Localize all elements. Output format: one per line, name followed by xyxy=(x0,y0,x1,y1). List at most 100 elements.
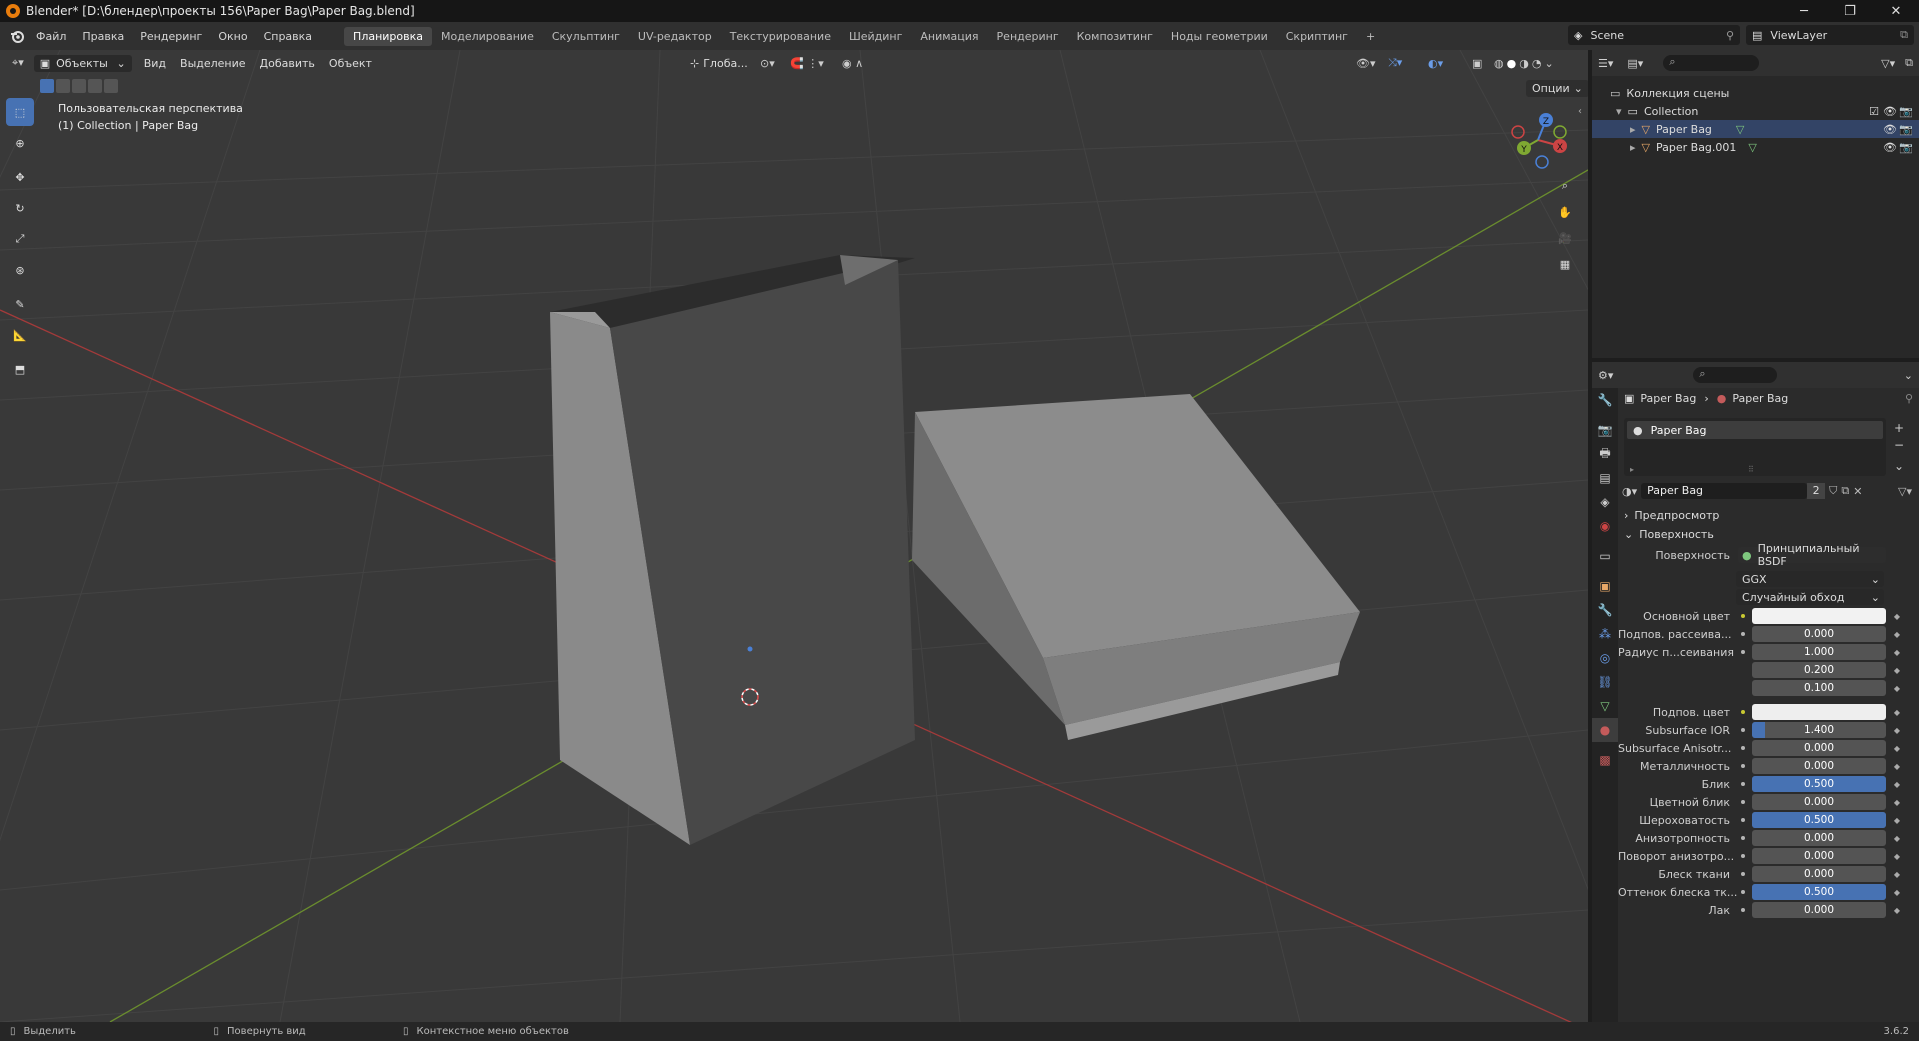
tab-modeling[interactable]: Моделирование xyxy=(432,27,543,46)
list-expand-icon[interactable]: ▸ xyxy=(1630,465,1634,474)
keyframe-icon[interactable]: ◆ xyxy=(1892,762,1902,771)
close-button[interactable]: ✕ xyxy=(1873,0,1919,22)
outliner-editor-icon[interactable]: ☰▾ xyxy=(1598,57,1613,70)
add-workspace-button[interactable]: + xyxy=(1357,27,1384,46)
proportional-edit-icon[interactable]: ◉ ∧ xyxy=(842,57,863,70)
collection-tab-icon[interactable]: ▭ xyxy=(1592,544,1618,568)
socket-icon[interactable] xyxy=(1738,707,1748,717)
output-tab-icon[interactable]: 🖶 xyxy=(1592,442,1618,466)
collection-row[interactable]: ▾ ▭ Collection ☑ 👁 📷 xyxy=(1592,102,1919,120)
outliner-search-input[interactable]: ⌕ xyxy=(1663,55,1760,71)
keyframe-icon[interactable]: ◆ xyxy=(1892,834,1902,843)
menu-object[interactable]: Объект xyxy=(329,57,372,70)
eye-icon[interactable]: 👁 xyxy=(1883,105,1897,118)
rotate-tool[interactable]: ↻ xyxy=(6,194,34,222)
keyframe-icon[interactable]: ◆ xyxy=(1892,648,1902,657)
view-layer-tab-icon[interactable]: ▤ xyxy=(1592,466,1618,490)
keyframe-icon[interactable]: ◆ xyxy=(1892,870,1902,879)
overlay-toggle-icon[interactable]: ◐▾ xyxy=(1428,57,1443,70)
sidebar-toggle-icon[interactable]: ‹ xyxy=(1578,106,1582,117)
include-checkbox-icon[interactable]: ☑ xyxy=(1869,105,1879,118)
maximize-button[interactable]: ❐ xyxy=(1827,0,1873,22)
user-count[interactable]: 2 xyxy=(1807,483,1826,499)
value-field[interactable]: 0.000 xyxy=(1752,902,1886,918)
transform-tool[interactable]: ⊛ xyxy=(6,256,34,284)
expand-arrow-icon[interactable]: ▾ xyxy=(1616,105,1622,118)
select-box-tool[interactable]: ⬚ xyxy=(6,98,34,126)
object-tab-icon[interactable]: ▣ xyxy=(1592,574,1618,598)
keyframe-icon[interactable]: ◆ xyxy=(1892,708,1902,717)
keyframe-icon[interactable]: ◆ xyxy=(1892,816,1902,825)
link-options-icon[interactable]: ▽▾ xyxy=(1898,485,1912,498)
physics-tab-icon[interactable]: ◎ xyxy=(1592,646,1618,670)
value-field[interactable]: 0.500 xyxy=(1752,884,1886,900)
keyframe-icon[interactable]: ◆ xyxy=(1892,630,1902,639)
constraints-tab-icon[interactable]: ⛓ xyxy=(1592,670,1618,694)
value-field[interactable]: 0.000 xyxy=(1752,740,1886,756)
zoom-icon[interactable]: ⌕ xyxy=(1553,174,1577,198)
render-tab-icon[interactable]: 📷 xyxy=(1592,418,1618,442)
menu-file[interactable]: Файл xyxy=(28,30,74,43)
surface-shader-field[interactable]: ● Принципиальный BSDF xyxy=(1738,542,1886,568)
snap-icon[interactable]: 🧲 ⋮▾ xyxy=(790,57,824,70)
options-dropdown[interactable]: Опции ⌄ xyxy=(1526,80,1588,97)
paper-bag-object[interactable] xyxy=(550,255,915,845)
expand-arrow-icon[interactable]: ▸ xyxy=(1630,123,1636,136)
tab-texture-paint[interactable]: Текстурирование xyxy=(721,27,840,46)
eye-icon[interactable]: 👁 xyxy=(1883,123,1897,136)
socket-icon[interactable] xyxy=(1738,683,1748,693)
value-field[interactable]: 0.000 xyxy=(1752,830,1886,846)
tab-rendering[interactable]: Рендеринг xyxy=(988,27,1068,46)
material-name-field[interactable]: Paper Bag xyxy=(1641,483,1808,499)
particles-tab-icon[interactable]: ⁂ xyxy=(1592,622,1618,646)
socket-icon[interactable] xyxy=(1738,833,1748,843)
socket-icon[interactable] xyxy=(1738,725,1748,735)
view-layer-selector[interactable]: ▤ ViewLayer ⧉ xyxy=(1746,25,1914,45)
visibility-icon[interactable]: 👁▾ xyxy=(1356,57,1376,70)
scene-selector[interactable]: ◈ Scene ⚲ xyxy=(1568,25,1740,45)
annotate-tool[interactable]: ✎ xyxy=(6,290,34,318)
camera-icon[interactable]: 📷 xyxy=(1899,105,1913,118)
editor-type-icon[interactable]: ⌖▾ xyxy=(12,56,24,70)
menu-edit[interactable]: Правка xyxy=(74,30,132,43)
add-slot-button[interactable]: + xyxy=(1894,420,1904,437)
paper-bag-001-object[interactable] xyxy=(912,394,1360,740)
camera-icon[interactable]: 📷 xyxy=(1899,123,1913,136)
measure-tool[interactable]: 📐 xyxy=(6,321,34,349)
subsurface-method-dropdown[interactable]: Случайный обход ⌄ xyxy=(1736,589,1884,605)
tab-animation[interactable]: Анимация xyxy=(911,27,987,46)
gizmo-toggle-icon[interactable]: ⤨▾ xyxy=(1388,56,1402,70)
view-layer-new-icon[interactable]: ⧉ xyxy=(1900,28,1908,42)
distribution-dropdown[interactable]: GGX ⌄ xyxy=(1736,571,1884,587)
slot-specials-icon[interactable]: ⌄ xyxy=(1894,458,1904,475)
value-field[interactable]: 1.000 xyxy=(1752,644,1886,660)
socket-icon[interactable] xyxy=(1738,887,1748,897)
socket-icon[interactable] xyxy=(1738,665,1748,675)
filter-icon[interactable]: ▽▾ xyxy=(1881,57,1895,70)
socket-icon[interactable] xyxy=(1738,647,1748,657)
fake-user-icon[interactable]: ⛉ xyxy=(1829,484,1837,498)
unlink-material-icon[interactable]: ✕ xyxy=(1853,485,1862,498)
minimize-button[interactable]: ─ xyxy=(1781,0,1827,22)
pin-icon[interactable]: ⚲ xyxy=(1905,392,1913,405)
socket-icon[interactable] xyxy=(1738,797,1748,807)
menu-select[interactable]: Выделение xyxy=(180,57,246,70)
shading-options-icon[interactable]: ⌄ xyxy=(1544,57,1553,70)
tool-tab-icon[interactable]: 🔧 xyxy=(1592,388,1618,412)
mesh-data-icon[interactable]: ▽ xyxy=(1748,141,1756,154)
tab-uv-editing[interactable]: UV-редактор xyxy=(629,27,721,46)
preview-panel-header[interactable]: › Предпросмотр xyxy=(1624,506,1914,524)
keyframe-icon[interactable]: ◆ xyxy=(1892,684,1902,693)
menu-add[interactable]: Добавить xyxy=(260,57,315,70)
tab-sculpting[interactable]: Скульптинг xyxy=(543,27,629,46)
camera-view-icon[interactable]: 🎥 xyxy=(1553,226,1577,250)
material-slot-item[interactable]: ● Paper Bag xyxy=(1627,421,1883,439)
xray-icon[interactable]: ▣ xyxy=(1472,57,1482,70)
properties-search-input[interactable]: ⌕ xyxy=(1693,367,1778,383)
keyframe-icon[interactable]: ◆ xyxy=(1892,780,1902,789)
select-subtract-icon[interactable] xyxy=(72,79,86,93)
surface-panel-header[interactable]: ⌄ Поверхность xyxy=(1624,525,1914,543)
cursor-tool[interactable]: ⊕ xyxy=(6,129,34,157)
menu-view[interactable]: Вид xyxy=(144,57,166,70)
browse-material-icon[interactable]: ◑▾ xyxy=(1622,485,1637,498)
